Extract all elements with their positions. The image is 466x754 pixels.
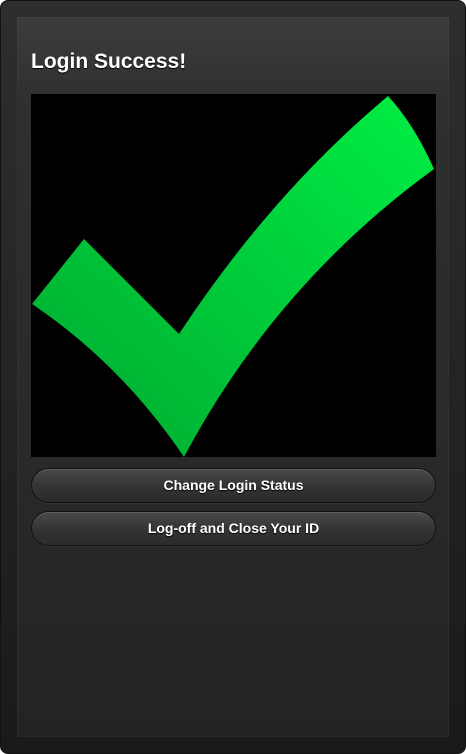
page-title: Login Success! bbox=[31, 50, 187, 73]
success-image bbox=[31, 94, 436, 457]
app-screen: Login Success! Change Login Status Log-o… bbox=[17, 17, 449, 737]
logoff-close-id-button[interactable]: Log-off and Close Your ID bbox=[31, 511, 436, 546]
device-frame: Login Success! Change Login Status Log-o… bbox=[0, 0, 466, 754]
change-login-status-button[interactable]: Change Login Status bbox=[31, 468, 436, 503]
checkmark-icon bbox=[32, 96, 434, 457]
